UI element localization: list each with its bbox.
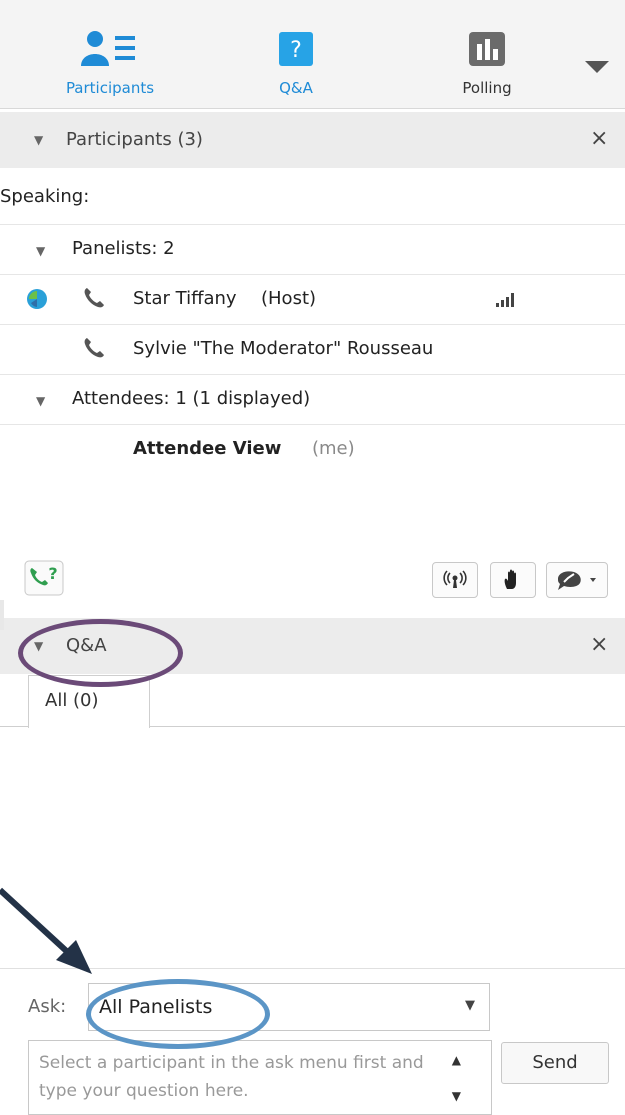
left-edge-shadow xyxy=(0,600,4,630)
annotation-arrow xyxy=(0,887,92,974)
